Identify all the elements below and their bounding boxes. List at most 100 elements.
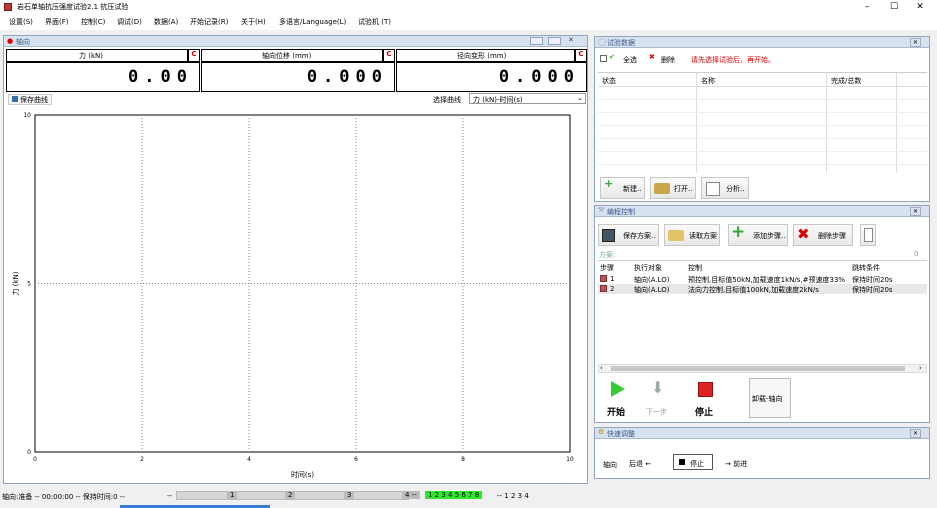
table-row[interactable]: 2 轴向(A.LO) 法向力控制,目标值100kN,加载速度2kN/s 保持时间… bbox=[598, 284, 927, 294]
quick-title: 快速调整 bbox=[607, 430, 635, 438]
radial-c-label: C bbox=[578, 50, 584, 58]
arrow-down-icon: ⬇ bbox=[651, 378, 665, 397]
force-time-chart: 0 2 4 6 8 10 0 5 10 时间(s) 力 (kN) bbox=[11, 112, 574, 479]
status-sep: -- bbox=[167, 492, 173, 500]
status-block-3: 3 bbox=[344, 491, 355, 499]
x-tick-label: 8 bbox=[461, 456, 465, 463]
test-table: 状态 名称 完成/总数 bbox=[598, 72, 927, 173]
radial-display: 0.000 bbox=[396, 62, 587, 92]
menu-machine[interactable]: 试验机 (T) bbox=[358, 17, 391, 27]
displacement-label-cell: 轴向位移 (mm) bbox=[201, 49, 383, 62]
panel-max-icon[interactable] bbox=[548, 37, 561, 45]
horizontal-scrollbar[interactable]: ‹ › bbox=[598, 364, 927, 373]
menu-interface[interactable]: 界面(F) bbox=[45, 17, 69, 27]
status-block-1: 1 bbox=[227, 491, 238, 499]
x-axis-label: 时间(s) bbox=[291, 470, 314, 479]
menu-debug[interactable]: 调试(D) bbox=[117, 17, 142, 27]
col-step: 步骤 bbox=[600, 264, 614, 272]
table-row[interactable]: 1 轴向(A.LO) 预控制,目标值50kN,加载速度1kN/s,#预速度33%… bbox=[598, 274, 927, 284]
menu-settings[interactable]: 设置(S) bbox=[9, 17, 33, 27]
folder-add-icon bbox=[668, 230, 684, 241]
step-jump: 保持时间20s bbox=[852, 286, 893, 294]
test-data-close-icon[interactable]: ✕ bbox=[910, 38, 922, 47]
quick-stop-button[interactable]: 停止 bbox=[673, 454, 713, 470]
open-test-button[interactable]: 打开.. bbox=[650, 177, 696, 199]
save-scheme-button[interactable]: 保存方案.. bbox=[598, 224, 659, 246]
radial-label-cell: 径向变形 (mm) bbox=[396, 49, 575, 62]
wrench-icon: ⚒ bbox=[598, 206, 605, 214]
check-icon: ✔ bbox=[609, 53, 615, 61]
next-step-label: 下一步 bbox=[646, 408, 667, 416]
back-button[interactable]: 后退 ← bbox=[629, 459, 651, 469]
status-block-2: 2 bbox=[285, 491, 296, 499]
menu-bar: 设置(S) 界面(F) 控制(C) 调试(D) 数据(A) 开始记录(R) 关于… bbox=[0, 14, 937, 30]
play-icon bbox=[611, 381, 625, 397]
scroll-left-icon[interactable]: ‹ bbox=[600, 364, 603, 372]
menu-data[interactable]: 数据(A) bbox=[154, 17, 178, 27]
select-curve-label: 选择曲线 bbox=[433, 96, 461, 104]
select-all-label[interactable]: 全选 bbox=[623, 55, 637, 65]
title-bar: 岩石单轴抗压强度试验2.1 抗压试验 – ☐ ✕ bbox=[0, 0, 937, 14]
axis-panel-header: ● 轴向 ✕ bbox=[4, 36, 587, 47]
scroll-thumb[interactable] bbox=[611, 366, 905, 371]
folder-icon bbox=[654, 183, 670, 194]
delete-step-label: 删除步骤 bbox=[818, 232, 846, 240]
test-data-panel: ◯ 试验数据 ✕ ✔ 全选 ✖ 删除 请先选择试验后，再开始。 状态 名称 完成… bbox=[594, 36, 930, 202]
panel-restore-icon[interactable] bbox=[530, 37, 543, 45]
menu-record[interactable]: 开始记录(R) bbox=[190, 17, 228, 27]
stop-button[interactable]: 停止 bbox=[687, 378, 723, 421]
curve-select[interactable]: 力 (kN)-时间(s) ⌄ bbox=[469, 93, 586, 104]
quick-close-icon[interactable]: ✕ bbox=[910, 429, 922, 438]
force-label: 力 (kN) bbox=[79, 52, 103, 60]
x-tick-label: 2 bbox=[140, 456, 144, 463]
close-icon[interactable]: ✕ bbox=[910, 1, 930, 13]
col-status: 状态 bbox=[602, 77, 616, 85]
start-button[interactable]: 开始 bbox=[600, 378, 634, 421]
new-test-button[interactable]: + 新建.. bbox=[600, 177, 645, 199]
program-header: ⚒ 编程控制 ✕ bbox=[595, 206, 929, 217]
plus-icon: + bbox=[604, 177, 614, 190]
next-step-button[interactable]: ⬇ 下一步 bbox=[640, 378, 678, 421]
force-c-button[interactable]: C bbox=[188, 49, 200, 62]
step-control: 法向力控制,目标值100kN,加载速度2kN/s bbox=[688, 286, 819, 294]
forward-button[interactable]: → 前进 bbox=[725, 459, 747, 469]
menu-control[interactable]: 控制(C) bbox=[81, 17, 105, 27]
add-step-button[interactable]: + 添加步骤.. bbox=[728, 222, 788, 246]
step-number: 2 bbox=[610, 285, 615, 293]
scheme-label: 方案: bbox=[599, 251, 616, 259]
y-tick-label: 0 bbox=[27, 449, 31, 456]
save-curve-label: 保存曲线 bbox=[20, 96, 48, 104]
status-green-blocks: 1 2 3 4 5 6 7 8 bbox=[425, 491, 483, 499]
document-icon bbox=[864, 228, 873, 242]
quick-axis-label: 轴向 bbox=[603, 461, 617, 469]
y-tick-label: 5 bbox=[27, 281, 31, 288]
test-hint: 请先选择试验后，再开始。 bbox=[691, 56, 775, 64]
test-data-title: 试验数据 bbox=[607, 39, 635, 47]
stop-square-icon bbox=[679, 459, 685, 465]
x-tick-label: 6 bbox=[354, 456, 358, 463]
menu-about[interactable]: 关于(H) bbox=[241, 17, 266, 27]
x-tick-label: 0 bbox=[33, 456, 37, 463]
delete-icon: ✖ bbox=[649, 53, 655, 61]
test-data-icon: ◯ bbox=[598, 38, 606, 46]
delete-button[interactable]: 删除 bbox=[661, 55, 675, 65]
panel-close-icon[interactable]: ✕ bbox=[568, 36, 574, 44]
extra-button[interactable] bbox=[860, 224, 876, 246]
program-close-icon[interactable]: ✕ bbox=[910, 207, 922, 216]
save-curve-button[interactable]: 保存曲线 bbox=[8, 94, 52, 105]
radial-label: 径向变形 (mm) bbox=[457, 52, 507, 60]
curve-select-value: 力 (kN)-时间(s) bbox=[473, 96, 523, 104]
analyze-button[interactable]: 分析.. bbox=[701, 177, 749, 199]
menu-language[interactable]: 多语言/Language(L) bbox=[279, 17, 346, 27]
displacement-c-button[interactable]: C bbox=[383, 49, 395, 62]
delete-step-button[interactable]: ✖ 删除步骤 bbox=[793, 224, 853, 246]
unload-axis-button[interactable]: 卸载-轴向 bbox=[749, 378, 791, 418]
scroll-right-icon[interactable]: › bbox=[919, 364, 922, 372]
minimize-icon[interactable]: – bbox=[857, 1, 877, 13]
maximize-icon[interactable]: ☐ bbox=[884, 1, 904, 13]
radial-c-button[interactable]: C bbox=[575, 49, 587, 62]
app-icon bbox=[4, 3, 12, 11]
read-scheme-button[interactable]: 读取方案 bbox=[664, 224, 720, 246]
select-all-checkbox[interactable] bbox=[600, 55, 607, 62]
chart-icon bbox=[706, 182, 720, 196]
